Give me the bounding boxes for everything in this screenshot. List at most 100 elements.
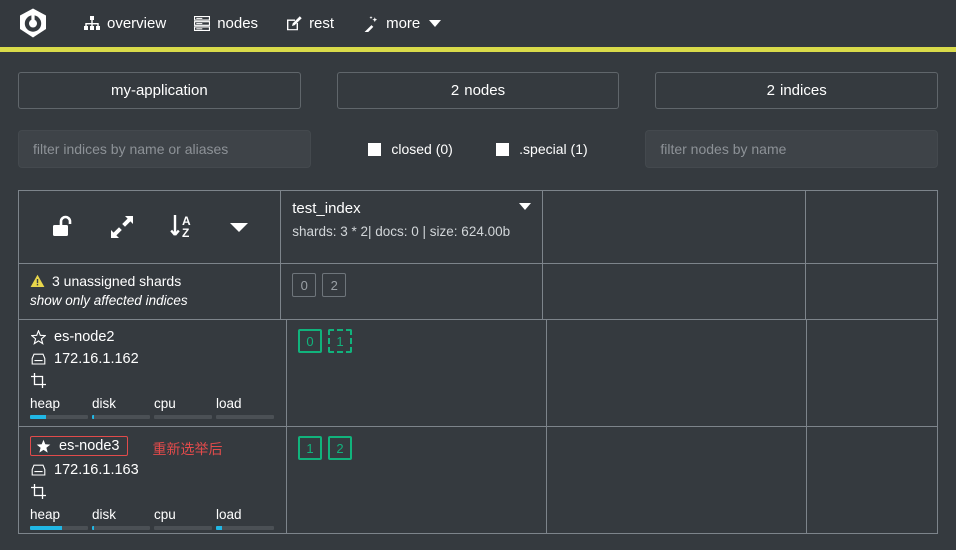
indices-count-button[interactable]: 2 indices bbox=[655, 72, 939, 109]
special-indices-checkbox[interactable]: .special (1) bbox=[496, 141, 588, 157]
metric-label: disk bbox=[92, 507, 117, 522]
shard-strip-node-1: 1 2 bbox=[298, 436, 535, 460]
unassigned-info-cell: 3 unassigned shards show only affected i… bbox=[19, 264, 282, 320]
grid-header-empty-cell-1 bbox=[543, 191, 806, 264]
node-ip-1: 172.16.1.163 bbox=[54, 462, 139, 478]
unassigned-empty-cell-2 bbox=[805, 264, 939, 320]
node-shards-cell-0: 0 1 bbox=[287, 320, 547, 427]
chevron-down-icon[interactable] bbox=[229, 221, 249, 233]
nav-label-more: more bbox=[386, 15, 421, 32]
metric-track bbox=[30, 415, 88, 419]
cluster-summary-row: my-application 2 nodes 2 indices bbox=[0, 52, 956, 109]
nav-item-nodes[interactable]: nodes bbox=[180, 0, 272, 47]
metric-label: cpu bbox=[154, 507, 176, 522]
index-header-cell[interactable]: test_index shards: 3 * 2| docs: 0 | size… bbox=[281, 191, 544, 264]
unassigned-shards-cell: 0 2 bbox=[281, 264, 544, 320]
node-info-cell-1: es-node3 重新选举后 172.16.1.163 heap disk cp… bbox=[19, 427, 287, 534]
top-navbar: overview nodes rest more bbox=[0, 0, 956, 47]
metric-heap-1: heap bbox=[30, 507, 88, 530]
metric-heap-0: heap bbox=[30, 396, 88, 419]
node-metrics-1: heap disk cpu load bbox=[30, 507, 275, 530]
nodes-count-value: 2 bbox=[450, 82, 460, 99]
unlock-icon[interactable] bbox=[50, 214, 76, 240]
nodes-filter-input[interactable] bbox=[645, 130, 939, 168]
nav-label-rest: rest bbox=[309, 15, 335, 32]
table-row: es-node2 172.16.1.162 heap disk cpu load… bbox=[19, 320, 938, 427]
unassigned-warning-text: 3 unassigned shards bbox=[52, 273, 182, 289]
expand-arrows-icon[interactable] bbox=[109, 214, 135, 240]
node-name-line-1: es-node3 bbox=[30, 436, 129, 456]
metric-track bbox=[30, 526, 88, 530]
metric-label: load bbox=[216, 507, 242, 522]
metric-track bbox=[92, 526, 150, 530]
node-ip-line-0: 172.16.1.162 bbox=[30, 351, 275, 367]
node-role-line-1 bbox=[30, 484, 275, 499]
sitemap-icon bbox=[84, 16, 100, 31]
node-info-cell-0: es-node2 172.16.1.162 heap disk cpu load bbox=[19, 320, 287, 427]
indices-filter-input[interactable] bbox=[18, 130, 311, 168]
nav-item-more[interactable]: more bbox=[348, 0, 455, 47]
nodes-count-button[interactable]: 2 nodes bbox=[336, 72, 620, 109]
show-affected-indices-link[interactable]: show only affected indices bbox=[30, 293, 269, 308]
hdd-icon bbox=[30, 353, 46, 366]
shard-box[interactable]: 2 bbox=[328, 436, 352, 460]
metric-disk-0: disk bbox=[92, 396, 150, 419]
node-role-line-0 bbox=[30, 373, 275, 388]
node-ip-line-1: 172.16.1.163 bbox=[30, 462, 275, 478]
sort-alpha-asc-icon[interactable]: A Z bbox=[168, 213, 196, 241]
cluster-name-button[interactable]: my-application bbox=[18, 72, 301, 109]
unassigned-shards-row: 3 unassigned shards show only affected i… bbox=[19, 264, 939, 320]
checkbox-box-closed[interactable] bbox=[368, 142, 382, 156]
node-shards-cell-1: 1 2 bbox=[287, 427, 547, 534]
star-filled-icon bbox=[35, 439, 51, 454]
cerebro-logo-icon[interactable] bbox=[14, 5, 52, 43]
shard-strip-node-0: 0 1 bbox=[298, 329, 535, 353]
unassigned-empty-cell-1 bbox=[543, 264, 806, 320]
checkbox-box-special[interactable] bbox=[496, 142, 510, 156]
nav-label-overview: overview bbox=[107, 15, 167, 32]
grid-controls-cell: A Z bbox=[19, 191, 282, 264]
node-metrics-0: heap disk cpu load bbox=[30, 396, 275, 419]
nav-item-overview[interactable]: overview bbox=[70, 0, 180, 47]
shard-box[interactable]: 1 bbox=[298, 436, 322, 460]
server-stack-icon bbox=[194, 16, 211, 31]
metric-disk-1: disk bbox=[92, 507, 150, 530]
hdd-icon bbox=[30, 464, 46, 477]
metric-track bbox=[216, 415, 274, 419]
shard-box[interactable]: 1 bbox=[328, 329, 352, 353]
nodes-count-label: nodes bbox=[464, 82, 506, 99]
shard-box[interactable]: 0 bbox=[298, 329, 322, 353]
nav-label-nodes: nodes bbox=[217, 15, 259, 32]
index-menu-chevron-down-icon[interactable] bbox=[519, 203, 532, 210]
grid-header-empty-cell-2 bbox=[805, 191, 939, 264]
node-empty-cell-0-2 bbox=[806, 320, 938, 427]
metric-label: disk bbox=[92, 396, 117, 411]
nav-item-rest[interactable]: rest bbox=[272, 0, 348, 47]
crop-icon bbox=[30, 373, 46, 388]
cluster-grid: A Z test_index shards: 3 * 2| docs: 0 | … bbox=[18, 190, 939, 534]
metric-track bbox=[92, 415, 150, 419]
metric-load-0: load bbox=[216, 396, 274, 419]
node-empty-cell-0-1 bbox=[546, 320, 807, 427]
special-indices-label: .special (1) bbox=[519, 141, 588, 157]
metric-cpu-0: cpu bbox=[154, 396, 212, 419]
edit-square-icon bbox=[286, 16, 302, 31]
metric-track bbox=[216, 526, 274, 530]
svg-text:Z: Z bbox=[182, 226, 189, 240]
shard-box[interactable]: 0 bbox=[292, 273, 317, 297]
closed-indices-label: closed (0) bbox=[391, 141, 453, 157]
closed-indices-checkbox[interactable]: closed (0) bbox=[368, 141, 453, 157]
indices-count-value: 2 bbox=[766, 82, 775, 99]
node-ip-0: 172.16.1.162 bbox=[54, 351, 139, 367]
chevron-down-icon[interactable] bbox=[429, 20, 442, 27]
warning-triangle-icon bbox=[30, 274, 45, 288]
indices-count-label: indices bbox=[780, 82, 827, 99]
metric-cpu-1: cpu bbox=[154, 507, 212, 530]
grid-header-row: A Z test_index shards: 3 * 2| docs: 0 | … bbox=[19, 191, 939, 264]
node-name-line-0: es-node2 bbox=[30, 329, 114, 345]
node-empty-cell-1-2 bbox=[806, 427, 938, 534]
shard-box[interactable]: 2 bbox=[322, 273, 347, 297]
magic-wand-icon bbox=[362, 15, 379, 32]
metric-label: heap bbox=[30, 396, 61, 411]
metric-track bbox=[154, 526, 212, 530]
